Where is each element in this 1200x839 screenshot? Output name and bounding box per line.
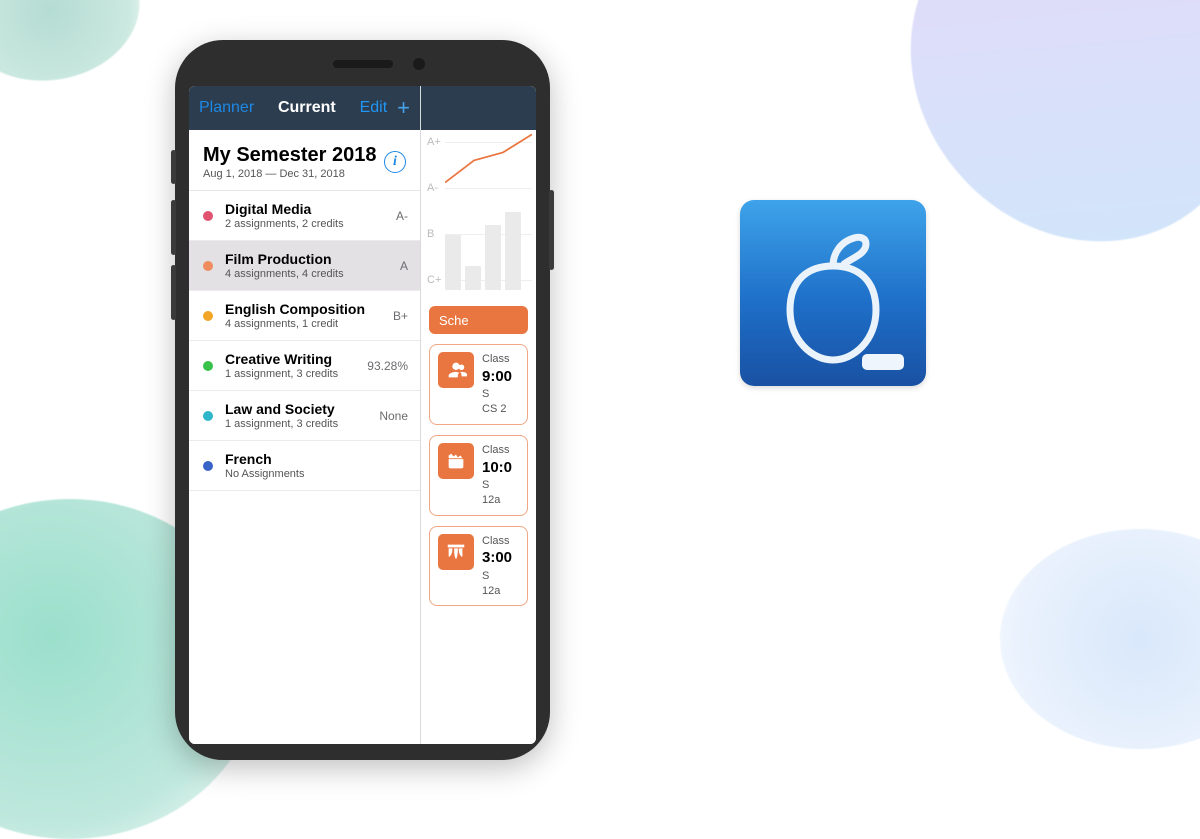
course-grade: B+ [393,309,408,323]
event-curtain-icon [438,534,474,570]
nav-bar: Planner Current Edit + [189,86,420,130]
chart-bar [485,225,501,290]
course-subtitle: 1 assignment, 3 credits [225,418,373,430]
event-card[interactable]: Class 3:00 S 12a [429,526,528,607]
event-label: Class [482,352,512,367]
event-time: 9:00 [482,367,512,387]
semester-header: My Semester 2018 Aug 1, 2018 — Dec 31, 2… [189,130,420,191]
event-line1: S [482,387,512,402]
course-title: Film Production [225,251,394,267]
course-subtitle: 4 assignments, 1 credit [225,318,387,330]
event-label: Class [482,443,512,458]
apple-outline-icon [768,218,898,368]
add-button[interactable]: + [397,97,410,119]
planner-pane: Planner Current Edit + My Semester 2018 … [189,86,421,744]
course-title: Digital Media [225,201,390,217]
phone-screen: Planner Current Edit + My Semester 2018 … [189,86,536,744]
nav-edit-button[interactable]: Edit [360,99,388,117]
course-color-dot [203,261,213,271]
chart-line [445,130,532,217]
course-row[interactable]: Law and Society 1 assignment, 3 credits … [189,391,420,441]
course-color-dot [203,461,213,471]
course-subtitle: 1 assignment, 3 credits [225,368,361,380]
course-title: Creative Writing [225,351,361,367]
course-color-dot [203,411,213,421]
course-row[interactable]: French No Assignments [189,441,420,491]
chart-bar [505,212,521,290]
semester-title: My Semester 2018 [203,144,376,167]
detail-nav-bar [421,86,536,130]
course-subtitle: No Assignments [225,468,402,480]
course-title: English Composition [225,301,387,317]
app-icon-pill [862,354,904,370]
course-title: French [225,451,402,467]
course-color-dot [203,361,213,371]
course-row[interactable]: Film Production 4 assignments, 4 credits… [189,241,420,291]
semester-dates: Aug 1, 2018 — Dec 31, 2018 [203,168,376,180]
course-row[interactable]: English Composition 4 assignments, 1 cre… [189,291,420,341]
course-row[interactable]: Digital Media 2 assignments, 2 credits A… [189,191,420,241]
detail-pane: A+ A- B C+ Sche Class 9:00 S CS 2 Class 10:… [421,86,536,744]
bg-blob-top-left [0,0,151,95]
course-row[interactable]: Creative Writing 1 assignment, 3 credits… [189,341,420,391]
nav-title: Current [278,99,336,117]
event-time: 3:00 [482,548,512,568]
course-grade: A [400,259,408,273]
course-title: Law and Society [225,401,373,417]
course-grade: A- [396,209,408,223]
event-card[interactable]: Class 10:0 S 12a [429,435,528,516]
bg-blob-bottom-right [1000,529,1200,749]
grade-chart: A+ A- B C+ [421,130,536,300]
event-line1: S [482,478,512,493]
course-subtitle: 4 assignments, 4 credits [225,268,394,280]
course-color-dot [203,211,213,221]
phone-frame: Planner Current Edit + My Semester 2018 … [175,40,550,760]
course-grade: 93.28% [367,359,408,373]
nav-back-button[interactable]: Planner [199,99,254,117]
chart-bar [445,235,461,290]
event-card[interactable]: Class 9:00 S CS 2 [429,344,528,425]
event-line1: S [482,569,512,584]
app-icon [740,200,926,386]
info-icon[interactable]: i [384,151,406,173]
course-color-dot [203,311,213,321]
event-people-icon [438,352,474,388]
phone-speaker [333,60,393,68]
chart-ytick: B [427,228,434,240]
event-clapper-icon [438,443,474,479]
event-time: 10:0 [482,458,512,478]
course-list: Digital Media 2 assignments, 2 credits A… [189,191,420,744]
course-grade: None [379,409,408,423]
event-line2: CS 2 [482,402,512,417]
schedule-button[interactable]: Sche [429,306,528,334]
events-list: Class 9:00 S CS 2 Class 10:0 S 12a Class… [421,344,536,606]
chart-ytick: A- [427,182,438,194]
course-subtitle: 2 assignments, 2 credits [225,218,390,230]
chart-ytick: C+ [427,274,441,286]
phone-camera [413,58,425,70]
event-line2: 12a [482,493,512,508]
event-label: Class [482,534,512,549]
chart-ytick: A+ [427,136,441,148]
event-line2: 12a [482,584,512,599]
chart-bar [465,266,481,290]
